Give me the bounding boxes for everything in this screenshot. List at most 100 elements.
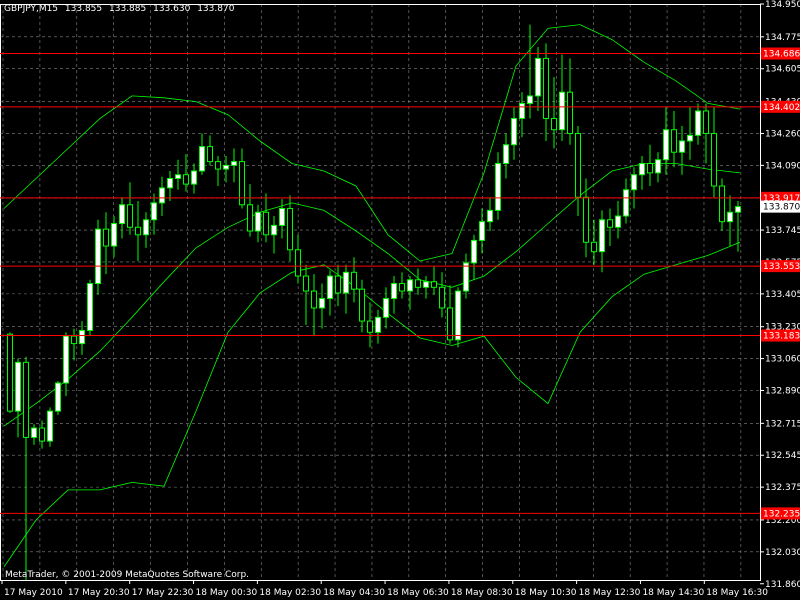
candle-body bbox=[231, 161, 237, 166]
candle-body bbox=[719, 185, 725, 223]
candle-body bbox=[423, 281, 429, 288]
candle-body bbox=[663, 129, 669, 161]
candle-body bbox=[263, 211, 269, 236]
candle-body bbox=[591, 241, 597, 253]
candle-body bbox=[711, 132, 717, 187]
candle-body bbox=[175, 174, 181, 179]
candle bbox=[303, 264, 309, 325]
candle bbox=[719, 178, 725, 232]
candle bbox=[207, 135, 213, 166]
candle-body bbox=[7, 333, 13, 412]
candle-body bbox=[143, 219, 149, 236]
x-tick-label: 18 May 06:30 bbox=[387, 588, 449, 598]
candle bbox=[295, 234, 301, 284]
candle-body bbox=[575, 132, 581, 198]
candle bbox=[167, 170, 173, 202]
candle bbox=[671, 110, 677, 168]
candle-body bbox=[103, 228, 109, 247]
candle bbox=[31, 424, 37, 445]
candle-body bbox=[471, 239, 477, 264]
candle-body bbox=[679, 140, 685, 153]
candle-body bbox=[135, 226, 141, 236]
candle bbox=[583, 178, 589, 258]
candle-body bbox=[111, 223, 117, 247]
candle bbox=[119, 197, 125, 239]
candle bbox=[407, 276, 413, 310]
x-tick-label: 18 May 08:30 bbox=[451, 588, 513, 598]
candle bbox=[263, 193, 269, 243]
candle-body bbox=[599, 219, 605, 253]
x-tick-label: 17 May 2010 bbox=[4, 588, 63, 598]
candle bbox=[135, 201, 141, 262]
candle-body bbox=[63, 335, 69, 384]
y-tick-label: 131.860 bbox=[765, 580, 800, 590]
candle-body bbox=[631, 174, 637, 191]
chart-grid bbox=[0, 4, 761, 581]
candle-body bbox=[583, 196, 589, 243]
candle-body bbox=[647, 162, 653, 174]
candle bbox=[375, 309, 381, 344]
level-label: 134.686 bbox=[763, 50, 800, 60]
candle bbox=[727, 195, 733, 247]
candle bbox=[287, 195, 293, 262]
candle bbox=[175, 159, 181, 190]
y-tick-label: 134.090 bbox=[765, 161, 800, 171]
candle-body bbox=[207, 146, 213, 163]
candle-body bbox=[535, 57, 541, 97]
candle bbox=[543, 43, 549, 141]
candle-body bbox=[487, 209, 493, 223]
candle-body bbox=[255, 211, 261, 232]
candle bbox=[647, 144, 653, 186]
candle bbox=[567, 58, 573, 145]
candle bbox=[191, 163, 197, 194]
candle-body bbox=[383, 298, 389, 318]
candle bbox=[519, 92, 525, 138]
candle-body bbox=[71, 335, 77, 345]
candle-body bbox=[87, 283, 93, 331]
candle-body bbox=[559, 91, 565, 131]
candle-body bbox=[463, 262, 469, 292]
candle bbox=[87, 279, 93, 337]
candle bbox=[591, 219, 597, 265]
candle-body bbox=[399, 283, 405, 292]
price-chart[interactable]: 134.950134.775134.605134.430134.260134.0… bbox=[0, 0, 800, 600]
candle-body bbox=[351, 271, 357, 290]
candle bbox=[551, 77, 557, 149]
candle bbox=[711, 107, 717, 198]
candle bbox=[327, 270, 333, 316]
level-label: 132.235 bbox=[763, 509, 800, 519]
x-tick-label: 18 May 00:30 bbox=[196, 588, 258, 598]
x-tick-label: 18 May 04:30 bbox=[323, 588, 385, 598]
candle bbox=[199, 133, 205, 175]
candle-body bbox=[495, 162, 501, 211]
time-axis: 17 May 2010 17 May 20:30 17 May 22:30 18 Ma… bbox=[1, 580, 768, 598]
candle bbox=[479, 208, 485, 254]
candle bbox=[351, 257, 357, 303]
y-tick-label: 132.375 bbox=[765, 483, 800, 493]
candle bbox=[39, 420, 45, 449]
candle bbox=[439, 272, 445, 318]
candle-body bbox=[151, 202, 157, 221]
candle bbox=[55, 381, 61, 415]
y-tick-label: 134.605 bbox=[765, 65, 800, 75]
candle bbox=[231, 148, 237, 183]
candle-body bbox=[191, 170, 197, 185]
candle bbox=[215, 155, 221, 186]
candle-body bbox=[247, 204, 253, 232]
candle-body bbox=[695, 110, 701, 136]
candle bbox=[343, 264, 349, 314]
candle bbox=[431, 266, 437, 295]
x-tick-label: 17 May 22:30 bbox=[132, 588, 194, 598]
candle bbox=[655, 152, 661, 183]
candle-body bbox=[311, 290, 317, 309]
x-tick-label: 18 May 16:30 bbox=[706, 588, 768, 598]
candle bbox=[127, 182, 133, 235]
candle-body bbox=[15, 361, 21, 412]
candle-body bbox=[455, 290, 461, 341]
horizontal-levels bbox=[0, 53, 760, 514]
candle-body bbox=[415, 279, 421, 288]
y-tick-label: 133.405 bbox=[765, 290, 800, 300]
candle-body bbox=[639, 162, 645, 176]
candle bbox=[391, 276, 397, 314]
candle bbox=[95, 219, 101, 295]
